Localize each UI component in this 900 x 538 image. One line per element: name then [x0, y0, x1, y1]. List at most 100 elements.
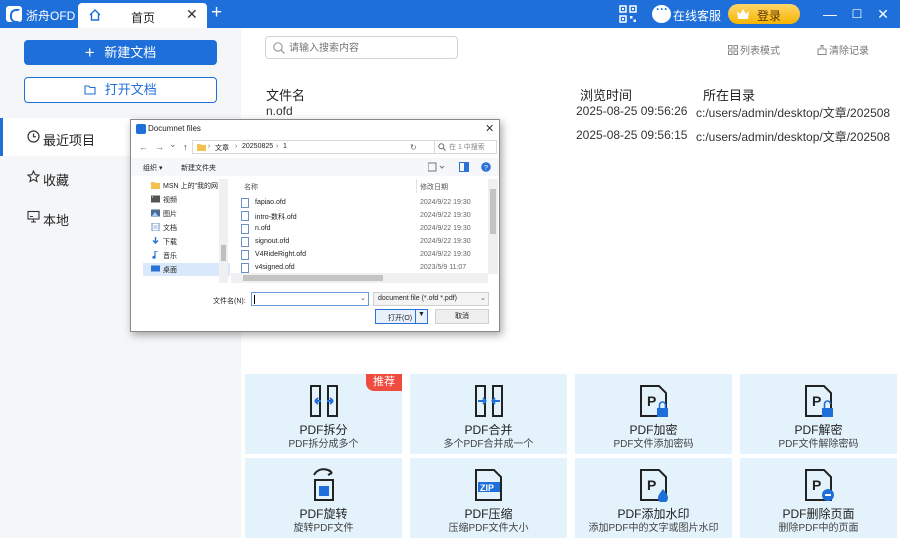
file-row[interactable]: V4RideRight.ofd 2024/9/22 19:30	[241, 249, 490, 262]
horizontal-scrollbar-thumb[interactable]	[243, 275, 383, 281]
refresh-icon[interactable]: ↻	[410, 143, 417, 152]
open-document-button[interactable]: 打开文档	[24, 77, 217, 103]
plus-icon: +	[84, 43, 95, 62]
search-icon	[438, 143, 446, 151]
preview-pane-icon[interactable]	[459, 162, 469, 172]
column-divider	[416, 179, 417, 193]
file-list-scrollbar[interactable]	[488, 179, 498, 274]
tool-card-pdf-decrypt[interactable]: P PDF解密 PDF文件解除密码	[740, 374, 897, 454]
path-segment[interactable]: 1	[283, 143, 287, 150]
tab-home-label: 首页	[131, 11, 156, 25]
maximize-icon[interactable]: ☐	[848, 5, 866, 23]
dropdown-arrow-icon[interactable]: ▼	[418, 311, 425, 318]
file-row[interactable]: fapiao.ofd 2024/9/22 19:30	[241, 197, 490, 210]
tree-item[interactable]: 视频	[143, 193, 230, 206]
ofd-file-icon	[241, 237, 249, 247]
chat-bubble-icon	[652, 2, 671, 23]
desktop-icon	[151, 265, 160, 272]
tool-card-subtitle: 添加PDF中的文字或图片水印	[588, 523, 719, 534]
download-icon	[152, 237, 159, 244]
file-date: 2024/9/22 19:30	[420, 225, 471, 232]
file-date: 2024/9/22 19:30	[420, 212, 471, 219]
file-row[interactable]: intro-数科.ofd 2024/9/22 19:30	[241, 210, 490, 223]
up-arrow-icon[interactable]: ↑	[183, 142, 188, 152]
organize-menu[interactable]: 组织 ▾	[143, 163, 162, 173]
clear-records-button[interactable]: 清除记录	[817, 42, 869, 57]
path-separator: ›	[235, 143, 238, 150]
file-row[interactable]: n.ofd 2024/9/22 19:30	[241, 223, 490, 236]
row-directory: c:/users/admin/desktop/文章/202508	[696, 130, 891, 144]
minimize-icon[interactable]: —	[821, 5, 839, 23]
search-box[interactable]	[265, 36, 458, 59]
open-document-label: 打开文档	[104, 82, 157, 97]
tab-home[interactable]: 首页 ✕	[78, 3, 207, 28]
forward-arrow-icon[interactable]: →	[155, 142, 164, 152]
title-bar: 浙舟OFD 首页 ✕ + 在线客服 登录 — ☐ ✕	[0, 0, 900, 28]
column-header-name[interactable]: 名称	[244, 182, 258, 192]
tool-card-subtitle: 删除PDF中的页面	[778, 523, 859, 534]
qr-code-icon[interactable]	[619, 5, 637, 23]
dialog-close-icon[interactable]: ✕	[485, 122, 494, 135]
tool-card-pdf-rotate[interactable]: PDF旋转 旋转PDF文件	[245, 458, 402, 538]
filename-input[interactable]: ⌄	[251, 292, 369, 306]
help-icon[interactable]: ?	[481, 162, 491, 172]
tree-item-selected[interactable]: 桌面	[143, 263, 230, 276]
tree-item[interactable]: 文档	[143, 221, 230, 234]
tool-card-pdf-merge[interactable]: PDF合并 多个PDF合并成一个	[410, 374, 567, 454]
tool-card-pdf-delete-page[interactable]: P PDF删除页面 删除PDF中的页面	[740, 458, 897, 538]
tree-item[interactable]: 图片	[143, 207, 230, 220]
crown-icon	[737, 9, 749, 19]
tree-scrollbar-thumb[interactable]	[221, 245, 226, 261]
svg-text:P: P	[812, 393, 821, 409]
new-document-button[interactable]: + 新建文档	[24, 40, 217, 65]
app-logo-icon	[6, 6, 22, 23]
path-segment[interactable]: 20250825	[242, 143, 273, 150]
list-mode-label: 列表模式	[740, 46, 780, 57]
sidebar-item-label: 最近项目	[43, 133, 96, 148]
view-options-icon[interactable]	[428, 162, 446, 172]
search-input[interactable]	[289, 40, 449, 56]
tree-item[interactable]: 下载	[143, 235, 230, 248]
tool-card-subtitle: PDF文件添加密码	[613, 439, 694, 450]
ofd-file-icon	[241, 250, 249, 260]
history-dropdown-icon[interactable]: ⌄	[169, 139, 177, 150]
split-divider	[415, 310, 416, 323]
horizontal-scrollbar[interactable]	[231, 273, 488, 283]
path-segment[interactable]: 文章	[215, 143, 229, 153]
list-mode-button[interactable]: 列表模式	[728, 42, 780, 57]
tree-scrollbar[interactable]	[219, 179, 228, 283]
dialog-cancel-button[interactable]: 取消	[435, 309, 489, 324]
tab-close-icon[interactable]: ✕	[186, 6, 198, 23]
tree-item[interactable]: 音乐	[143, 249, 230, 262]
tool-card-pdf-compress[interactable]: ZIP PDF压缩 压缩PDF文件大小	[410, 458, 567, 538]
dialog-open-button[interactable]: 打开(O) ▼	[375, 309, 428, 324]
address-bar[interactable]: › 文章 › 20250825 › 1 ↻ 在 1 中搜索	[192, 140, 497, 154]
picture-icon	[151, 209, 160, 217]
file-row[interactable]: signout.ofd 2024/9/22 19:30	[241, 236, 490, 249]
file-type-filter[interactable]: document file (*.ofd *.pdf) ⌄	[373, 292, 489, 306]
filename-label: 文件名(N):	[213, 298, 246, 305]
login-button[interactable]: 登录	[728, 4, 800, 24]
dialog-app-icon	[136, 124, 146, 134]
close-window-icon[interactable]: ✕	[874, 5, 892, 23]
file-name: fapiao.ofd	[255, 199, 286, 206]
file-date: 2024/9/22 19:30	[420, 199, 471, 206]
add-tab-icon[interactable]: +	[211, 2, 222, 24]
sidebar-item-label: 收藏	[43, 173, 70, 188]
new-folder-button[interactable]: 新建文件夹	[181, 163, 216, 173]
path-separator: ›	[276, 143, 279, 150]
recommended-badge: 推荐	[366, 374, 402, 391]
svg-text:?: ?	[484, 165, 488, 172]
text-cursor	[254, 295, 255, 304]
back-arrow-icon[interactable]: ←	[139, 142, 148, 152]
column-header-date[interactable]: 修改日期	[420, 182, 448, 192]
dialog-search-box[interactable]: 在 1 中搜索	[434, 140, 557, 154]
tool-card-pdf-watermark[interactable]: P PDF添加水印 添加PDF中的文字或图片水印	[575, 458, 732, 538]
folder-icon	[197, 144, 206, 151]
file-list-scrollbar-thumb[interactable]	[490, 189, 496, 234]
clear-records-label: 清除记录	[829, 46, 869, 57]
tool-card-pdf-encrypt[interactable]: P PDF加密 PDF文件添加密码	[575, 374, 732, 454]
chevron-down-icon[interactable]: ⌄	[360, 294, 366, 302]
tree-item[interactable]: MSN 上的"我的网	[143, 179, 230, 192]
column-header-directory: 所在目录	[703, 88, 756, 103]
